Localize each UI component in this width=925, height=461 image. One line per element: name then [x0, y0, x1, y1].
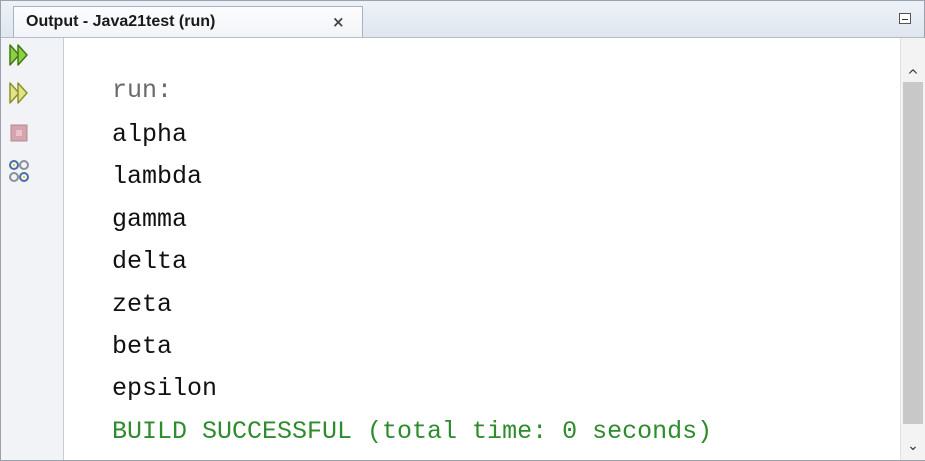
minimize-icon[interactable]	[899, 13, 911, 24]
output-line: beta	[112, 332, 173, 361]
output-line: epsilon	[112, 374, 218, 403]
output-line: run:	[112, 76, 173, 105]
settings-icon[interactable]	[7, 157, 41, 187]
output-line: delta	[112, 247, 188, 276]
output-window: Output - Java21test (run) × run: alpha l…	[0, 0, 925, 461]
scroll-thumb[interactable]	[903, 82, 923, 424]
output-line: gamma	[112, 205, 188, 234]
tab-output[interactable]: Output - Java21test (run) ×	[13, 6, 363, 37]
vertical-scrollbar[interactable]: ^ ⌄	[900, 38, 925, 460]
scroll-down-icon[interactable]: ⌄	[901, 434, 925, 458]
output-toolbar	[1, 38, 64, 460]
output-line: lambda	[112, 162, 203, 191]
build-status-line: BUILD SUCCESSFUL (total time: 0 seconds)	[112, 417, 713, 446]
stop-icon[interactable]	[7, 119, 41, 149]
output-console[interactable]: run: alpha lambda gamma delta zeta beta …	[64, 38, 900, 460]
rerun-icon[interactable]	[7, 40, 41, 70]
output-line: alpha	[112, 120, 188, 149]
output-line: zeta	[112, 290, 173, 319]
tab-bar: Output - Java21test (run) ×	[1, 1, 924, 38]
rerun-with-options-icon[interactable]	[7, 78, 41, 108]
close-icon[interactable]: ×	[332, 7, 345, 37]
tab-title: Output - Java21test (run)	[26, 13, 216, 30]
